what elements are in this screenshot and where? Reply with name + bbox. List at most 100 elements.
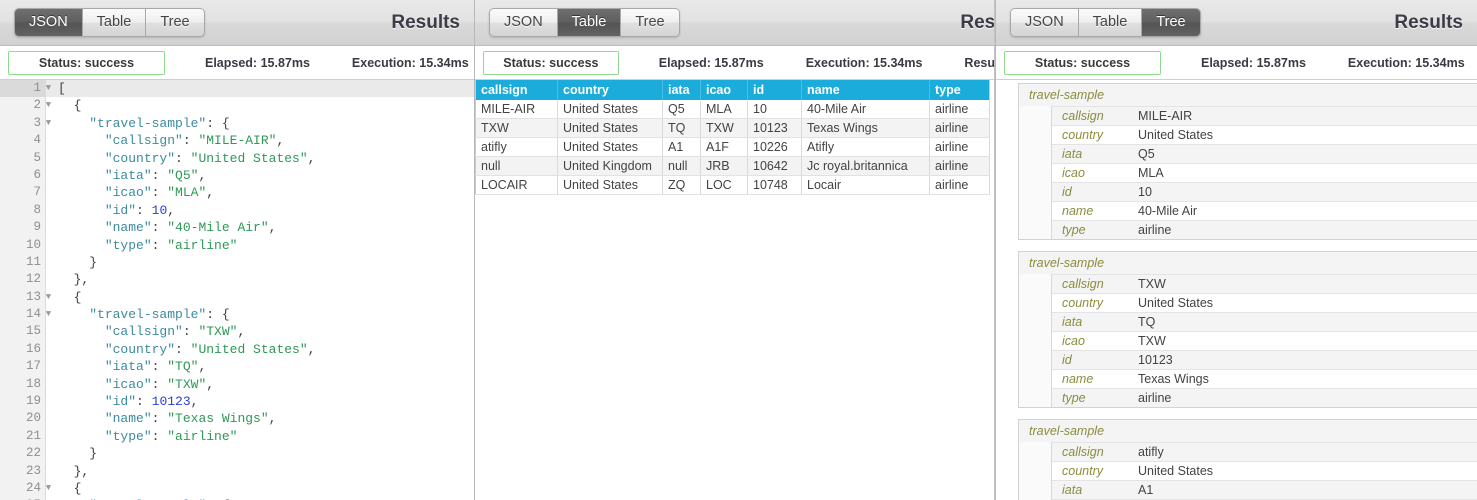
code-line: 15 "callsign": "TXW", xyxy=(0,323,474,341)
tree-row[interactable]: callsign TXW xyxy=(1052,274,1477,293)
tree-field-value: airline xyxy=(1138,391,1172,405)
tab-tree[interactable]: Tree xyxy=(621,8,679,37)
tree-field-value: Q5 xyxy=(1138,147,1155,161)
tree-field-value: TXW xyxy=(1138,277,1166,291)
panel-title: Results xyxy=(391,11,460,33)
column-header-name[interactable]: name xyxy=(801,80,930,100)
tree-block: travel-sample callsign TXW country United St… xyxy=(1018,251,1477,408)
tab-tree[interactable]: Tree xyxy=(146,8,204,37)
tree-block: travel-sample callsign atifly country United… xyxy=(1018,419,1477,500)
tree-rows: callsign TXW country United States iata TQ ica… xyxy=(1051,274,1477,407)
column-header-icao[interactable]: icao xyxy=(700,80,748,100)
code-line: 6 "iata": "Q5", xyxy=(0,166,474,185)
column-header-iata[interactable]: iata xyxy=(662,80,701,100)
tree-root-label[interactable]: travel-sample xyxy=(1019,420,1477,442)
tree-row[interactable]: id 10123 xyxy=(1052,350,1477,369)
json-code-view[interactable]: 1 ▼[2 ▼ {3 ▼ "travel-sample": {4 "callsign"… xyxy=(0,80,474,500)
results-viewer: JSON Table Tree Results Status: success … xyxy=(0,0,1477,500)
code-text: "callsign": "TXW", xyxy=(104,324,246,340)
code-line: 3 ▼ "travel-sample": { xyxy=(0,114,474,133)
tab-table[interactable]: Table xyxy=(557,8,622,37)
tree-root-label[interactable]: travel-sample xyxy=(1019,252,1477,274)
chevron-down-icon[interactable]: ▼ xyxy=(43,306,54,323)
tree-row[interactable]: id 10 xyxy=(1052,182,1477,201)
tree-row[interactable]: iata A1 xyxy=(1052,480,1477,499)
tree-panel-tabs[interactable]: JSON Table Tree xyxy=(1010,7,1201,38)
tree-row[interactable]: iata Q5 xyxy=(1052,144,1477,163)
table-cell: airline xyxy=(929,100,990,119)
tree-row[interactable]: icao TXW xyxy=(1052,331,1477,350)
tree-row[interactable]: iata TQ xyxy=(1052,312,1477,331)
tree-rows: callsign atifly country United States iata A1… xyxy=(1051,442,1477,500)
table-cell: United States xyxy=(557,118,663,138)
tree-row[interactable]: type airline xyxy=(1052,388,1477,407)
tree-field-value: MLA xyxy=(1138,166,1164,180)
code-text: "travel-sample": { xyxy=(89,115,230,131)
tree-row[interactable]: country United States xyxy=(1052,461,1477,480)
tab-json[interactable]: JSON xyxy=(1011,8,1079,37)
tree-row[interactable]: name Texas Wings xyxy=(1052,369,1477,388)
line-number: 17 xyxy=(0,358,46,376)
table-cell: 40-Mile Air xyxy=(801,100,930,119)
table-row[interactable]: atifly United States A1 A1F 10226 Atifly airli… xyxy=(475,137,990,157)
tree-field-key: country xyxy=(1062,464,1103,478)
tree-row[interactable]: country United States xyxy=(1052,125,1477,144)
tree-field-key: name xyxy=(1062,372,1094,386)
code-text: { xyxy=(73,98,82,114)
execution-metric: Execution: 15.34ms xyxy=(1347,55,1465,70)
chevron-down-icon[interactable]: ▼ xyxy=(43,97,54,114)
line-number: 1 ▼ xyxy=(0,80,51,98)
tree-row[interactable]: callsign atifly xyxy=(1052,442,1477,461)
column-header-callsign[interactable]: callsign xyxy=(475,80,558,100)
tree-row[interactable]: icao MLA xyxy=(1052,163,1477,182)
tree-field-value: atifly xyxy=(1138,445,1164,459)
tree-row[interactable]: type airline xyxy=(1052,220,1477,239)
column-header-country[interactable]: country xyxy=(557,80,663,100)
table-cell: 10642 xyxy=(747,156,802,176)
table-row[interactable]: null United Kingdom null JRB 10642 Jc royal.b… xyxy=(475,156,990,176)
code-text: "iata": "TQ", xyxy=(104,359,207,375)
tree-root-label[interactable]: travel-sample xyxy=(1019,84,1477,106)
table-row[interactable]: TXW United States TQ TXW 10123 Texas Wings air… xyxy=(475,118,990,138)
results-panel-tree: JSON Table Tree Results Status: success … xyxy=(995,0,1477,500)
tree-field-value: United States xyxy=(1138,128,1214,142)
table-cell: TXW xyxy=(700,118,748,138)
table-cell: airline xyxy=(929,118,990,138)
tree-panel-statusbar: Status: success Elapsed: 15.87ms Executi… xyxy=(996,46,1477,80)
chevron-down-icon[interactable]: ▼ xyxy=(43,115,54,132)
table-cell: ZQ xyxy=(662,175,701,195)
chevron-down-icon[interactable]: ▼ xyxy=(43,80,54,97)
results-table[interactable]: callsign country iata icao id name type MILE-AI… xyxy=(475,80,990,195)
table-row[interactable]: LOCAIR United States ZQ LOC 10748 Locair airli… xyxy=(475,175,990,195)
table-cell: United Kingdom xyxy=(557,156,663,176)
status-badge: Status: success xyxy=(8,50,165,75)
tab-table[interactable]: Table xyxy=(1078,8,1143,37)
table-cell: 10123 xyxy=(747,118,802,138)
json-panel-tabs[interactable]: JSON Table Tree xyxy=(14,7,205,38)
chevron-down-icon[interactable]: ▼ xyxy=(43,289,54,306)
chevron-down-icon[interactable]: ▼ xyxy=(43,480,54,497)
table-cell: 10748 xyxy=(747,175,802,195)
tab-json[interactable]: JSON xyxy=(15,8,83,37)
line-number: 6 xyxy=(0,166,46,185)
tree-row[interactable]: name 40-Mile Air xyxy=(1052,201,1477,220)
table-cell: atifly xyxy=(475,137,558,157)
column-header-id[interactable]: id xyxy=(747,80,802,100)
tab-json[interactable]: JSON xyxy=(490,8,558,37)
column-header-type[interactable]: type xyxy=(929,80,990,100)
code-text: } xyxy=(89,446,98,462)
tree-field-value: United States xyxy=(1138,464,1214,478)
table-row[interactable]: MILE-AIR United States Q5 MLA 10 40-Mile Air a… xyxy=(475,100,990,119)
table-panel-tabs[interactable]: JSON Table Tree xyxy=(489,7,680,38)
tree-row[interactable]: callsign MILE-AIR xyxy=(1052,106,1477,125)
code-text: "type": "airline" xyxy=(104,428,238,444)
code-text: { xyxy=(73,289,82,305)
line-number: 16 xyxy=(0,340,46,359)
tab-tree[interactable]: Tree xyxy=(1142,8,1200,37)
code-text: "name": "Texas Wings", xyxy=(104,411,277,427)
tab-table[interactable]: Table xyxy=(82,8,147,37)
tree-field-value: 10 xyxy=(1138,185,1152,199)
results-tree-view[interactable]: travel-sample callsign MILE-AIR country Unit… xyxy=(996,80,1477,500)
tree-row[interactable]: country United States xyxy=(1052,293,1477,312)
table-cell: 10226 xyxy=(747,137,802,157)
